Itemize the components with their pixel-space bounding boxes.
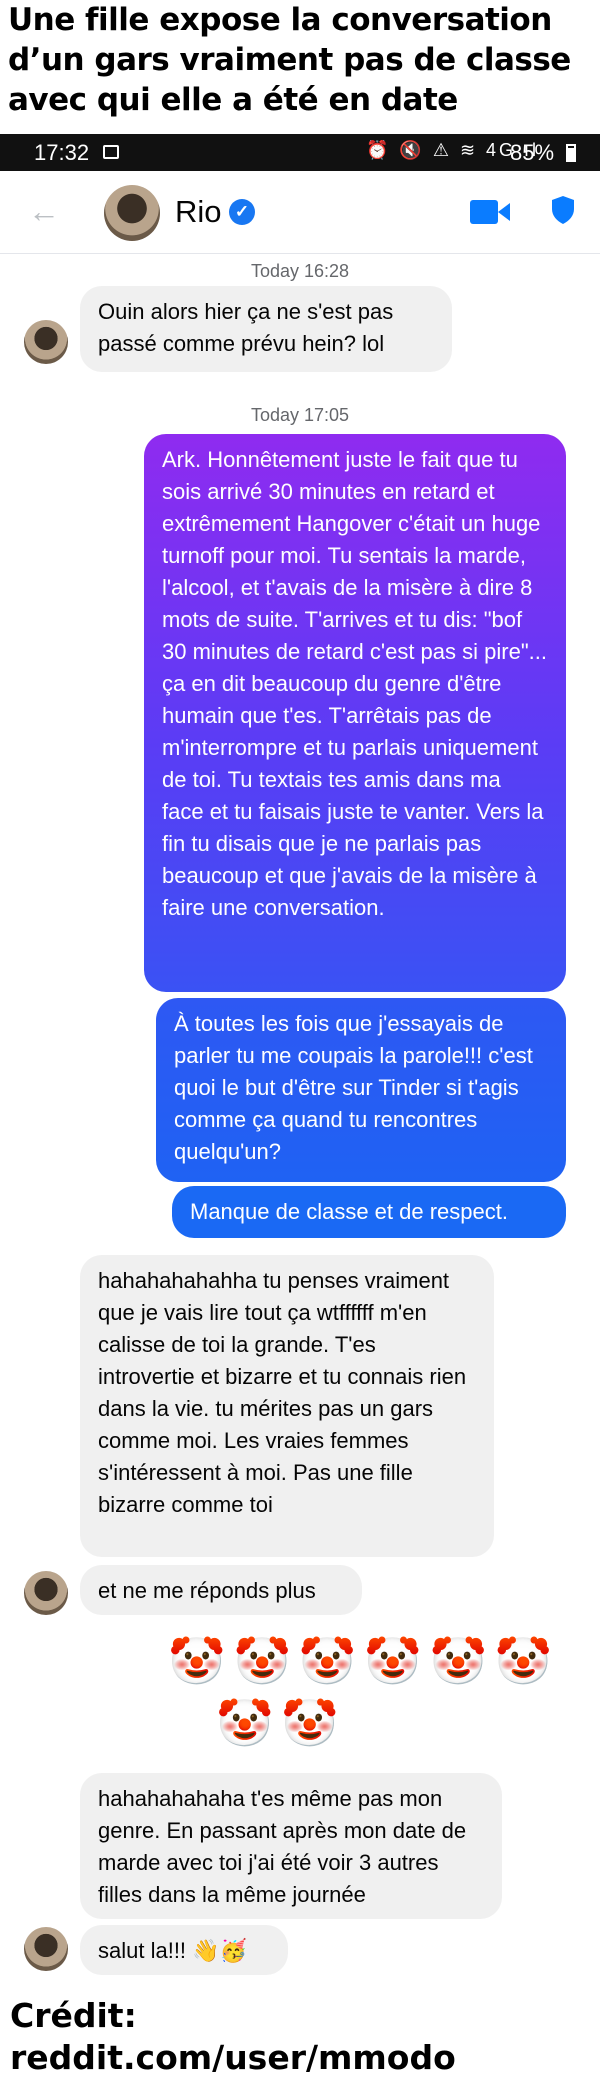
verified-badge-icon: ✓	[229, 199, 255, 225]
timestamp: Today 17:05	[250, 405, 350, 425]
back-arrow-icon[interactable]: ←	[28, 191, 60, 231]
credit-footer: Crédit: reddit.com/user/mmodo	[10, 1996, 456, 2077]
outgoing-message[interactable]: Ark. Honnêtement juste le fait que tu so…	[144, 434, 566, 992]
headline: Une fille expose la conversation d’un ga…	[8, 2, 571, 118]
video-call-icon[interactable]	[470, 200, 510, 224]
outgoing-message[interactable]: À toutes les fois que j'essayais de parl…	[156, 998, 566, 1182]
chat-header: ← Rio ✓	[0, 171, 600, 254]
sender-avatar[interactable]	[24, 1927, 68, 1971]
sender-avatar[interactable]	[24, 320, 68, 364]
battery-icon	[566, 144, 576, 162]
timestamp: Today 16:28	[250, 261, 350, 281]
clown-emoji-row[interactable]: 🤡🤡🤡🤡🤡🤡	[168, 1633, 560, 1689]
incoming-message[interactable]: hahahahahaha t'es même pas mon genre. En…	[80, 1773, 502, 1919]
outgoing-message[interactable]: Manque de classe et de respect.	[172, 1186, 566, 1238]
incoming-message[interactable]: hahahahahahha tu penses vraiment que je …	[80, 1255, 494, 1557]
gallery-notification-icon	[103, 145, 119, 159]
sender-avatar[interactable]	[24, 1571, 68, 1615]
status-time: 17:32	[34, 140, 90, 165]
contact-name[interactable]: Rio	[175, 193, 222, 231]
clown-emoji-row[interactable]: 🤡🤡	[216, 1695, 347, 1751]
incoming-message[interactable]: Ouin alors hier ça ne s'est pas passé co…	[80, 286, 452, 372]
contact-avatar[interactable]	[104, 185, 160, 241]
shield-icon[interactable]	[550, 195, 576, 225]
incoming-message[interactable]: salut la!!! 👋🥳	[80, 1925, 288, 1975]
status-bar: 17:32 ⏰ 🔇 ⚠ ≋ 4G ıl 85%	[0, 134, 600, 171]
incoming-message[interactable]: et ne me réponds plus	[80, 1565, 362, 1615]
battery-percent: 85%	[510, 140, 555, 165]
